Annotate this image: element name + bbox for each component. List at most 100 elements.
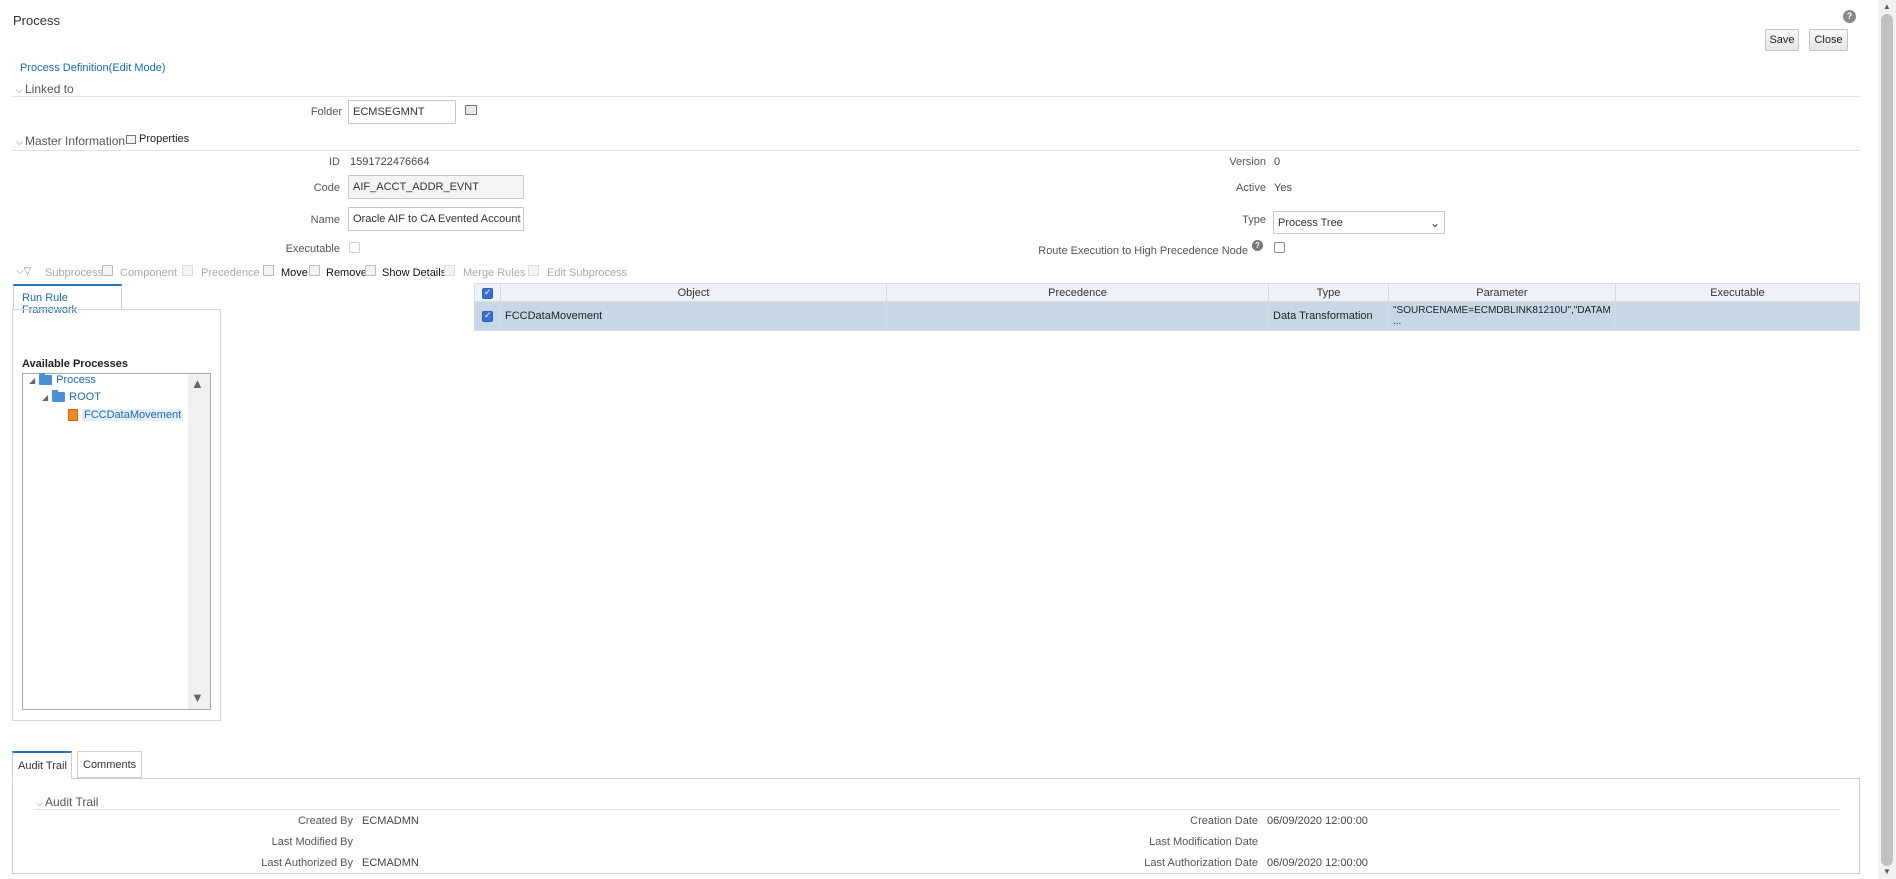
- executable-label: Executable: [285, 243, 340, 255]
- column-header-executable[interactable]: Executable: [1614, 283, 1861, 302]
- parameter-line: "SOURCENAME=ECMDBLINK81210U","DATAM: [1393, 305, 1611, 316]
- audit-trail-section-header[interactable]: ⌵ Audit Trail: [36, 795, 98, 809]
- folder-browse-icon[interactable]: [465, 105, 477, 115]
- process-grid: Object Precedence Type Parameter Executa…: [474, 283, 1861, 331]
- column-header-parameter[interactable]: Parameter: [1388, 283, 1616, 302]
- audit-trail-title: Audit Trail: [45, 795, 99, 809]
- help-icon[interactable]: ?: [1843, 10, 1856, 23]
- move-button[interactable]: Move: [281, 267, 308, 279]
- remove-button[interactable]: Remove: [326, 267, 367, 279]
- save-button[interactable]: Save: [1765, 29, 1799, 51]
- breadcrumb[interactable]: Process Definition(Edit Mode): [20, 62, 166, 74]
- merge-rules-icon: [444, 265, 455, 276]
- scroll-down-icon[interactable]: ▼: [1883, 867, 1891, 876]
- tab-comments[interactable]: Comments: [77, 751, 142, 778]
- last-modification-date-label: Last Modification Date: [1149, 836, 1258, 848]
- tree-node-label: Process: [56, 374, 96, 386]
- close-button[interactable]: Close: [1809, 29, 1848, 51]
- column-header-precedence[interactable]: Precedence: [886, 283, 1269, 302]
- subprocess-button[interactable]: Subprocess: [45, 267, 103, 279]
- scroll-up-icon[interactable]: ▲: [1883, 2, 1891, 11]
- tree-node-label: FCCDataMovement: [82, 409, 184, 421]
- chevron-down-icon: ⌵: [16, 137, 23, 147]
- route-help-icon[interactable]: ?: [1252, 240, 1263, 251]
- tree-expand-icon[interactable]: ◢: [42, 393, 48, 402]
- move-icon: [263, 265, 274, 276]
- type-selected-value: Process Tree: [1278, 216, 1343, 229]
- master-information-section-header[interactable]: ⌵ Master Information: [16, 134, 125, 148]
- vertical-scrollbar[interactable]: ▲ ▼: [1878, 0, 1896, 879]
- table-row[interactable]: FCCDataMovement Data Transformation "SOU…: [474, 301, 1861, 331]
- column-header-type[interactable]: Type: [1268, 283, 1389, 302]
- folder-icon: [39, 373, 53, 385]
- last-authorization-date-value: 06/09/2020 12:00:00: [1267, 857, 1368, 869]
- edit-subprocess-button[interactable]: Edit Subprocess: [547, 267, 627, 279]
- executable-checkbox[interactable]: [349, 242, 360, 253]
- created-by-label: Created By: [297, 815, 353, 827]
- properties-label: Properties: [139, 133, 190, 145]
- select-all-header: [474, 283, 501, 302]
- tree-node-label: ROOT: [69, 391, 101, 403]
- last-authorized-by-label: Last Authorized By: [261, 857, 353, 869]
- column-header-object[interactable]: Object: [500, 283, 887, 302]
- process-tree: [22, 373, 211, 710]
- remove-icon: [309, 265, 320, 276]
- properties-link[interactable]: Properties: [126, 133, 189, 145]
- name-label: Name: [310, 214, 340, 226]
- scrollbar-thumb[interactable]: [1881, 14, 1893, 866]
- type-label: Type: [1242, 214, 1266, 226]
- object-cell: FCCDataMovement: [500, 301, 887, 331]
- page-title: Process: [13, 13, 60, 28]
- precedence-cell: [886, 301, 1269, 331]
- tree-scrollbar[interactable]: ▲ ▼: [188, 374, 210, 709]
- available-processes-title: Available Processes: [22, 358, 128, 370]
- last-modified-by-label: Last Modified By: [271, 836, 353, 848]
- tree-node-root[interactable]: ◢ ROOT: [42, 390, 101, 403]
- active-label: Active: [1236, 182, 1266, 194]
- last-authorized-by-value: ECMADMN: [362, 857, 419, 869]
- component-button[interactable]: Component: [120, 267, 177, 279]
- toolbar-collapse-icon[interactable]: ⌵▽: [16, 266, 31, 277]
- creation-date-label: Creation Date: [1190, 815, 1258, 827]
- chevron-down-icon: ⌵: [16, 85, 23, 95]
- route-execution-checkbox[interactable]: [1274, 242, 1285, 253]
- precedence-button[interactable]: Precedence: [201, 267, 260, 279]
- tab-audit-trail[interactable]: Audit Trail: [12, 751, 72, 779]
- tree-scroll-up-icon[interactable]: ▲: [191, 376, 204, 391]
- tab-run-rule-framework[interactable]: Run Rule Framework: [13, 284, 122, 316]
- route-execution-label: Route Execution to High Precedence Node: [1038, 245, 1248, 257]
- linked-to-title: Linked to: [25, 82, 74, 96]
- grid-header-row: Object Precedence Type Parameter Executa…: [474, 283, 1861, 302]
- last-authorization-date-label: Last Authorization Date: [1144, 857, 1258, 869]
- row-checkbox[interactable]: [482, 310, 493, 322]
- merge-rules-button[interactable]: Merge Rules: [463, 267, 525, 279]
- code-field[interactable]: AIF_ACCT_ADDR_EVNT: [348, 175, 524, 199]
- tree-node-process[interactable]: ◢ Process: [29, 373, 96, 386]
- folder-field[interactable]: ECMSEGMNT: [348, 100, 456, 124]
- master-information-title: Master Information: [25, 134, 126, 148]
- creation-date-value: 06/09/2020 12:00:00: [1267, 815, 1368, 827]
- tree-node-fccdatamovement[interactable]: FCCDataMovement: [68, 409, 184, 421]
- folder-icon: [52, 390, 66, 402]
- active-value: Yes: [1274, 182, 1292, 194]
- tree-scroll-down-icon[interactable]: ▼: [191, 690, 204, 705]
- code-label: Code: [313, 182, 340, 194]
- chevron-down-icon: ⌄: [1429, 215, 1440, 230]
- linked-to-section-header[interactable]: ⌵ Linked to: [16, 82, 74, 96]
- executable-cell: [1614, 301, 1861, 331]
- chevron-down-icon: ⌵: [36, 798, 43, 808]
- type-select[interactable]: Process Tree ⌄: [1273, 211, 1445, 234]
- parameter-ellipsis: ...: [1393, 316, 1402, 327]
- tree-expand-icon[interactable]: ◢: [29, 376, 35, 385]
- edit-subprocess-icon: [528, 265, 539, 276]
- show-details-button[interactable]: Show Details: [382, 267, 446, 279]
- id-value: 1591722476664: [350, 156, 430, 168]
- properties-icon: [126, 134, 136, 144]
- version-value: 0: [1274, 156, 1281, 168]
- version-label: Version: [1229, 156, 1266, 168]
- row-select-cell: [474, 301, 501, 331]
- name-field[interactable]: Oracle AIF to CA Evented Account Add: [348, 207, 524, 231]
- select-all-checkbox[interactable]: [482, 287, 493, 299]
- parameter-cell: "SOURCENAME=ECMDBLINK81210U","DATAM ...: [1388, 301, 1616, 331]
- folder-label: Folder: [310, 106, 342, 118]
